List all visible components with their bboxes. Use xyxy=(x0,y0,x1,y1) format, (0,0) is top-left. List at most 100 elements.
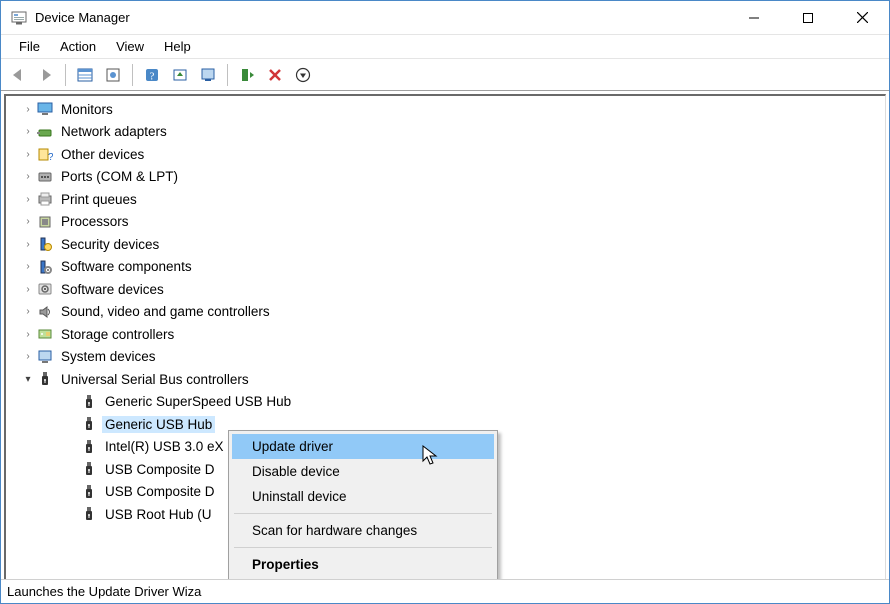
tree-category-label: Network adapters xyxy=(58,123,170,140)
chevron-right-icon[interactable]: › xyxy=(20,171,36,182)
context-menu-item[interactable]: Update driver xyxy=(232,434,494,459)
tree-category-label: Processors xyxy=(58,213,132,230)
chevron-right-icon[interactable]: › xyxy=(20,239,36,250)
tree-category[interactable]: › System devices xyxy=(6,346,885,369)
context-menu: Update driverDisable deviceUninstall dev… xyxy=(228,430,498,579)
usb-icon xyxy=(80,393,98,411)
window-title: Device Manager xyxy=(35,10,727,25)
printer-icon xyxy=(36,190,54,208)
context-menu-item[interactable]: Properties xyxy=(232,552,494,577)
network-icon xyxy=(36,123,54,141)
cpu-icon xyxy=(36,213,54,231)
context-menu-item[interactable]: Uninstall device xyxy=(232,484,494,509)
tree-category[interactable]: › Monitors xyxy=(6,98,885,121)
status-text: Launches the Update Driver Wiza xyxy=(7,584,201,599)
usb-icon xyxy=(80,438,98,456)
remove-button[interactable] xyxy=(262,62,288,88)
menu-bar: File Action View Help xyxy=(1,35,889,59)
usb-icon xyxy=(80,460,98,478)
tree-category-label: Monitors xyxy=(58,101,116,118)
tree-item-label: USB Composite D xyxy=(102,461,218,478)
forward-button[interactable] xyxy=(33,62,59,88)
chevron-right-icon[interactable]: › xyxy=(20,104,36,115)
update-driver-button[interactable] xyxy=(167,62,193,88)
tree-category-label: Storage controllers xyxy=(58,326,177,343)
tree-category[interactable]: › Print queues xyxy=(6,188,885,211)
tree-category-label: Print queues xyxy=(58,191,140,208)
status-bar: Launches the Update Driver Wiza xyxy=(1,579,889,603)
tree-category[interactable]: › Security devices xyxy=(6,233,885,256)
show-hidden-button[interactable] xyxy=(290,62,316,88)
tree-category-label: Software devices xyxy=(58,281,167,298)
chevron-right-icon[interactable]: › xyxy=(20,329,36,340)
chevron-right-icon[interactable]: › xyxy=(20,126,36,137)
chevron-right-icon[interactable]: › xyxy=(20,261,36,272)
chevron-down-icon[interactable]: ▾ xyxy=(20,374,36,385)
maximize-button[interactable] xyxy=(781,1,835,34)
tree-category-label: System devices xyxy=(58,348,159,365)
help-button[interactable]: ? xyxy=(139,62,165,88)
tree-category[interactable]: ▾ Universal Serial Bus controllers xyxy=(6,368,885,391)
tree-category-label: Ports (COM & LPT) xyxy=(58,168,181,185)
tree-category-label: Other devices xyxy=(58,146,147,163)
show-hide-console-tree-button[interactable] xyxy=(72,62,98,88)
sound-icon xyxy=(36,303,54,321)
chevron-right-icon[interactable]: › xyxy=(20,284,36,295)
tree-item-label: Generic SuperSpeed USB Hub xyxy=(102,393,294,410)
chevron-right-icon[interactable]: › xyxy=(20,194,36,205)
scan-hardware-button[interactable] xyxy=(234,62,260,88)
tree-view-container: › Monitors › Network adapters ›? Other device… xyxy=(4,94,886,579)
tree-category-label: Sound, video and game controllers xyxy=(58,303,273,320)
tree-item-label: USB Composite D xyxy=(102,483,218,500)
chevron-right-icon[interactable]: › xyxy=(20,306,36,317)
tree-item[interactable]: Generic SuperSpeed USB Hub xyxy=(6,391,885,414)
tree-item-label: USB Root Hub (U xyxy=(102,506,215,523)
tree-category[interactable]: › Ports (COM & LPT) xyxy=(6,166,885,189)
port-icon xyxy=(36,168,54,186)
properties-button[interactable] xyxy=(100,62,126,88)
close-button[interactable] xyxy=(835,1,889,34)
usb-icon xyxy=(80,415,98,433)
other-icon: ? xyxy=(36,145,54,163)
context-menu-item[interactable]: Scan for hardware changes xyxy=(232,518,494,543)
system-icon xyxy=(36,348,54,366)
tree-category-label: Software components xyxy=(58,258,195,275)
tree-category[interactable]: ›? Other devices xyxy=(6,143,885,166)
tree-category[interactable]: › Storage controllers xyxy=(6,323,885,346)
chevron-right-icon[interactable]: › xyxy=(20,351,36,362)
context-menu-item[interactable]: Disable device xyxy=(232,459,494,484)
title-bar: Device Manager xyxy=(1,1,889,35)
usb-icon xyxy=(80,505,98,523)
swdev-icon xyxy=(36,280,54,298)
monitor-icon xyxy=(36,100,54,118)
back-button[interactable] xyxy=(5,62,31,88)
menu-file[interactable]: File xyxy=(9,36,50,57)
storage-icon xyxy=(36,325,54,343)
tree-category-label: Universal Serial Bus controllers xyxy=(58,371,252,388)
menu-view[interactable]: View xyxy=(106,36,154,57)
usb-icon xyxy=(80,483,98,501)
tree-category[interactable]: › Network adapters xyxy=(6,121,885,144)
svg-text:?: ? xyxy=(48,152,53,162)
app-icon xyxy=(11,10,27,26)
minimize-button[interactable] xyxy=(727,1,781,34)
svg-text:?: ? xyxy=(150,70,155,82)
tree-item-label: Generic USB Hub xyxy=(102,416,215,433)
tree-category[interactable]: › Software components xyxy=(6,256,885,279)
tree-category[interactable]: › Software devices xyxy=(6,278,885,301)
security-icon xyxy=(36,235,54,253)
context-menu-separator xyxy=(234,513,492,514)
toolbar: ? xyxy=(1,59,889,91)
chevron-right-icon[interactable]: › xyxy=(20,216,36,227)
swcomp-icon xyxy=(36,258,54,276)
menu-action[interactable]: Action xyxy=(50,36,106,57)
tree-category[interactable]: › Sound, video and game controllers xyxy=(6,301,885,324)
menu-help[interactable]: Help xyxy=(154,36,201,57)
uninstall-button[interactable] xyxy=(195,62,221,88)
tree-item-label: Intel(R) USB 3.0 eX xyxy=(102,438,227,455)
usb-icon xyxy=(36,370,54,388)
tree-category-label: Security devices xyxy=(58,236,162,253)
tree-category[interactable]: › Processors xyxy=(6,211,885,234)
context-menu-separator xyxy=(234,547,492,548)
chevron-right-icon[interactable]: › xyxy=(20,149,36,160)
